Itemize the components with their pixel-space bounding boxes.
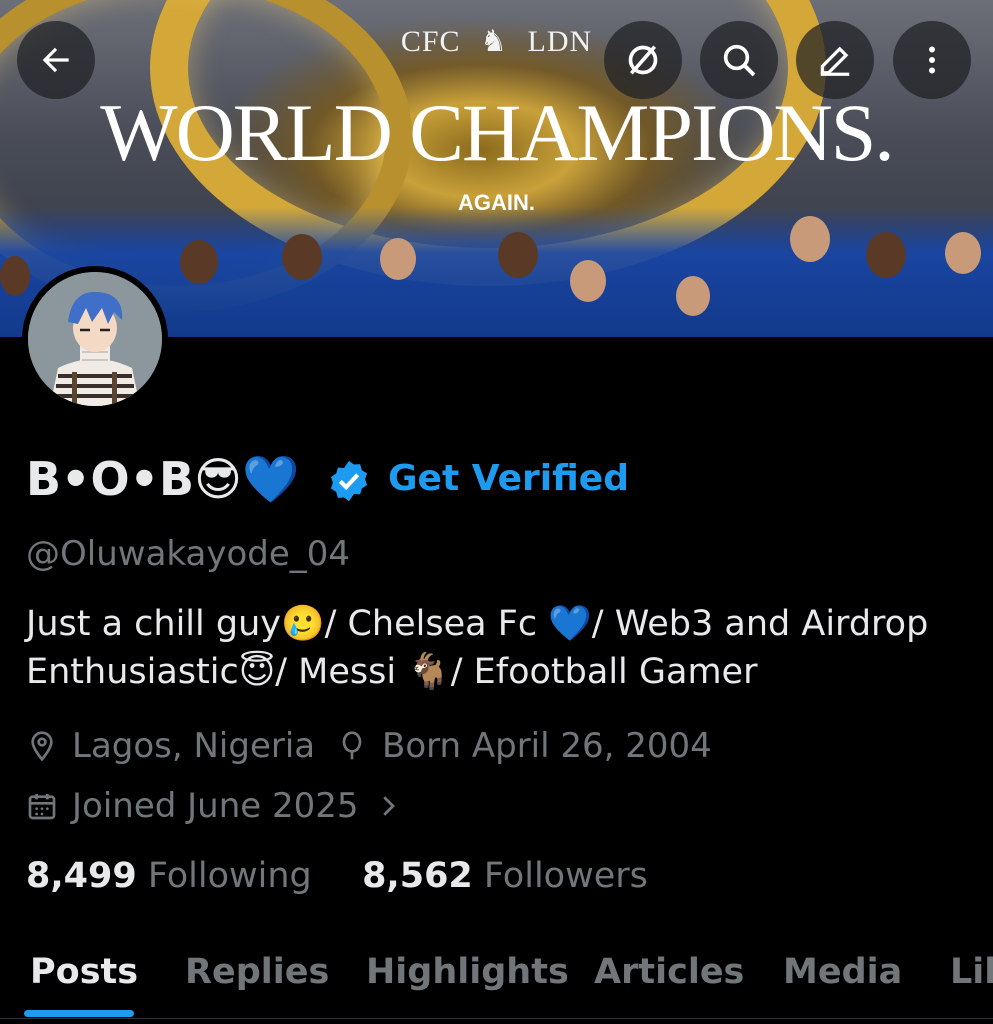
balloon-icon (342, 731, 362, 760)
brand-left: CFC (400, 25, 461, 58)
birthday-row: Born April 26, 2004 (336, 726, 712, 766)
tab-replies[interactable]: Replies (185, 952, 329, 992)
followers-stat[interactable]: 8,562 Followers (362, 856, 648, 896)
location-text: Lagos, Nigeria (72, 726, 316, 766)
edit-button[interactable] (796, 21, 874, 99)
birthday-text: Born April 26, 2004 (382, 726, 712, 766)
player-graphic (866, 232, 906, 278)
player-graphic (790, 216, 830, 262)
followers-count: 8,562 (362, 856, 473, 896)
followers-label: Followers (483, 856, 648, 896)
tab-likes[interactable]: Lik (950, 952, 993, 992)
slashed-circle-icon (628, 45, 658, 75)
anime-avatar-graphic (28, 272, 162, 406)
more-vertical-icon (929, 46, 935, 74)
following-count: 8,499 (26, 856, 137, 896)
bio-line: Just a chill guy🥲/ Chelsea Fc 💙/ Web3 an… (26, 604, 929, 644)
verified-badge-icon (330, 460, 368, 502)
location-pin-icon (31, 731, 53, 762)
tab-highlights[interactable]: Highlights (366, 952, 569, 992)
tab-media[interactable]: Media (783, 952, 902, 992)
grok-button[interactable] (604, 21, 682, 99)
avatar[interactable] (28, 272, 162, 406)
get-verified-link[interactable]: Get Verified (388, 458, 629, 499)
player-graphic (676, 276, 710, 316)
player-graphic (180, 240, 218, 284)
search-button[interactable] (700, 21, 778, 99)
joined-text: Joined June 2025 (72, 786, 359, 826)
banner-headline: WORLD CHAMPIONS. (100, 87, 895, 178)
calendar-icon (28, 794, 56, 820)
brand-right: LDN (527, 25, 593, 58)
player-graphic (282, 234, 322, 280)
back-button[interactable] (17, 21, 95, 99)
more-button[interactable] (893, 21, 971, 99)
tab-posts[interactable]: Posts (30, 952, 138, 992)
verified-badge[interactable] (326, 458, 372, 508)
follow-stats: 8,499 Following 8,562 Followers (26, 856, 648, 896)
tabs-divider (0, 1018, 993, 1019)
joined-row[interactable]: Joined June 2025 (26, 786, 403, 826)
player-graphic (570, 260, 606, 302)
player-graphic (380, 238, 416, 280)
user-handle: @Oluwakayode_04 (26, 534, 351, 574)
tab-articles[interactable]: Articles (594, 952, 744, 992)
search-icon (723, 44, 756, 77)
arrow-left-icon (42, 47, 69, 73)
bio-line: Enthusiastic😇/ Messi 🐐/ Efootball Gamer (26, 652, 758, 692)
banner-subline: AGAIN. (458, 190, 535, 215)
display-name: B•O•B😎💙 (26, 452, 300, 506)
pencil-icon (820, 46, 850, 76)
lion-crest-icon: ♞ (480, 25, 508, 58)
location-row: Lagos, Nigeria (26, 726, 315, 766)
player-graphic (498, 232, 538, 278)
active-tab-indicator (24, 1010, 134, 1017)
following-label: Following (147, 856, 312, 896)
player-graphic (945, 232, 981, 274)
player-graphic (0, 256, 30, 296)
chevron-right-icon (382, 796, 395, 816)
following-stat[interactable]: 8,499 Following (26, 856, 312, 896)
profile-bio: Just a chill guy🥲/ Chelsea Fc 💙/ Web3 an… (26, 600, 966, 696)
